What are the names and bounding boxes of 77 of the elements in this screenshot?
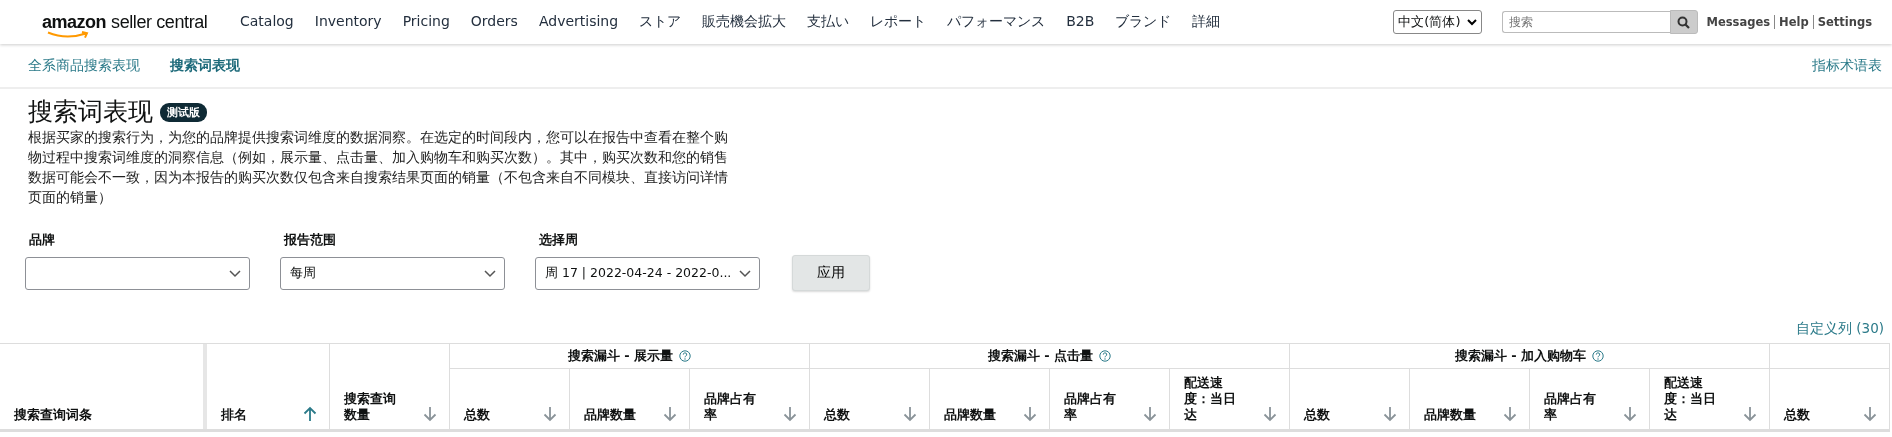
column-header[interactable]: 品牌数量 bbox=[930, 369, 1050, 429]
nav-menu-item[interactable]: 詳細 bbox=[1181, 13, 1231, 31]
header-link[interactable]: Settings bbox=[1812, 15, 1872, 29]
customize-columns-link[interactable]: 自定义列 (30) bbox=[1796, 320, 1884, 336]
column-header[interactable]: 品牌占有率 bbox=[690, 369, 810, 429]
nav-menu-item[interactable]: レポート bbox=[859, 13, 937, 31]
column-group-header: 搜索漏斗 - 点击量 bbox=[810, 344, 1290, 369]
chevron-down-icon bbox=[484, 269, 496, 278]
apply-button[interactable]: 应用 bbox=[792, 255, 870, 291]
column-header[interactable]: 品牌数量 bbox=[1410, 369, 1530, 429]
help-icon[interactable] bbox=[1592, 350, 1605, 362]
header-link[interactable]: Messages bbox=[1706, 15, 1771, 29]
column-group-header: 搜索漏斗 - 展示量 bbox=[450, 344, 810, 369]
sort-descending-icon[interactable] bbox=[1383, 406, 1397, 422]
filter-label: 品牌 bbox=[29, 231, 56, 249]
nav-menu-item[interactable]: Pricing bbox=[392, 13, 461, 31]
column-header[interactable]: 总数 bbox=[450, 369, 570, 429]
chevron-down-icon bbox=[229, 269, 241, 278]
filter-select[interactable] bbox=[25, 257, 250, 290]
language-select[interactable]: 中文(简体) bbox=[1393, 10, 1482, 34]
help-icon[interactable] bbox=[679, 350, 692, 362]
filter-label: 选择周 bbox=[539, 231, 579, 249]
page-title: 搜索词表现 bbox=[28, 97, 153, 127]
sort-descending-icon[interactable] bbox=[1023, 406, 1037, 422]
sub-nav-tab[interactable]: 全系商品搜索表现 bbox=[28, 56, 140, 75]
search-button[interactable] bbox=[1669, 10, 1698, 34]
sort-descending-icon[interactable] bbox=[1503, 406, 1517, 422]
nav-menu-item[interactable]: ブランド bbox=[1104, 13, 1182, 31]
sort-descending-icon[interactable] bbox=[543, 406, 557, 422]
column-header[interactable]: 品牌占有率 bbox=[1050, 369, 1170, 429]
column-header[interactable]: 总数 bbox=[1770, 369, 1890, 429]
column-header[interactable]: 搜索查询词条 bbox=[0, 344, 207, 429]
column-group-header: 搜索漏斗 - 加入购物车 bbox=[1290, 344, 1770, 369]
nav-menu-item[interactable]: ストア bbox=[628, 13, 692, 31]
chevron-down-icon bbox=[739, 269, 751, 278]
chevron-down-icon bbox=[1466, 18, 1477, 26]
column-header[interactable]: 总数 bbox=[810, 369, 930, 429]
nav-menu-item[interactable]: Inventory bbox=[304, 13, 393, 31]
sort-descending-icon[interactable] bbox=[663, 406, 677, 422]
sort-descending-icon[interactable] bbox=[1143, 406, 1157, 422]
sort-descending-icon[interactable] bbox=[1863, 406, 1877, 422]
nav-menu-item[interactable]: B2B bbox=[1055, 13, 1105, 31]
header-link[interactable]: Help bbox=[1774, 15, 1809, 29]
sort-descending-icon[interactable] bbox=[903, 406, 917, 422]
column-header[interactable]: 配送速度：当日达 bbox=[1650, 369, 1770, 429]
nav-menu-item[interactable]: パフォーマンス bbox=[936, 13, 1056, 31]
sub-nav-tab[interactable]: 搜索词表现 bbox=[170, 56, 240, 75]
column-header[interactable]: 配送速度：当日达 bbox=[1170, 369, 1290, 429]
column-header[interactable]: 总数 bbox=[1290, 369, 1410, 429]
sort-descending-icon[interactable] bbox=[423, 406, 437, 422]
column-header[interactable]: 品牌数量 bbox=[570, 369, 690, 429]
sort-ascending-icon[interactable] bbox=[303, 406, 317, 422]
filter-label: 报告范围 bbox=[284, 231, 337, 249]
nav-menu-item[interactable]: Catalog bbox=[229, 13, 305, 31]
logo-text: amazon bbox=[42, 11, 107, 33]
sort-descending-icon[interactable] bbox=[1743, 406, 1757, 422]
search-icon bbox=[1677, 15, 1690, 29]
column-header[interactable]: 品牌占有率 bbox=[1530, 369, 1650, 429]
help-icon[interactable] bbox=[1099, 350, 1112, 362]
sort-descending-icon[interactable] bbox=[1623, 406, 1637, 422]
sort-descending-icon[interactable] bbox=[783, 406, 797, 422]
filter-select[interactable]: 每周 bbox=[280, 257, 505, 290]
filter-value: 周 17 | 2022-04-24 - 2022-0... bbox=[545, 265, 732, 282]
nav-menu-item[interactable]: 支払い bbox=[796, 13, 860, 31]
sort-descending-icon[interactable] bbox=[1263, 406, 1277, 422]
column-header[interactable]: 搜索查询数量 bbox=[330, 344, 450, 429]
filter-select[interactable]: 周 17 | 2022-04-24 - 2022-0... bbox=[535, 257, 760, 290]
column-header[interactable]: 排名 bbox=[207, 344, 330, 429]
nav-menu-item[interactable]: Orders bbox=[460, 13, 529, 31]
nav-menu-item[interactable]: 販売機会拡大 bbox=[691, 13, 797, 31]
logo-text: seller central bbox=[111, 11, 208, 33]
search-field[interactable]: 搜索 bbox=[1501, 11, 1670, 33]
glossary-link[interactable]: 指标术语表 bbox=[1812, 56, 1882, 75]
filter-value: 每周 bbox=[290, 265, 316, 282]
beta-badge: 测试版 bbox=[160, 102, 207, 122]
page-description: 根据买家的搜索行为，为您的品牌提供搜索词维度的数据洞察。在选定的时间段内，您可以在报告中查看在整个购物过程中搜索词维度的洞察信息（例如，展示量、点击量、加入购物车和购买次数）。其中，购买次数和您的销售数据可能会不一致，因为本报告的购买次数仅包含来自搜索结果页面的销量（不包含来自不同模块、直接访问详情页面的销量） bbox=[28, 128, 728, 207]
nav-menu-item[interactable]: Advertising bbox=[528, 13, 629, 31]
